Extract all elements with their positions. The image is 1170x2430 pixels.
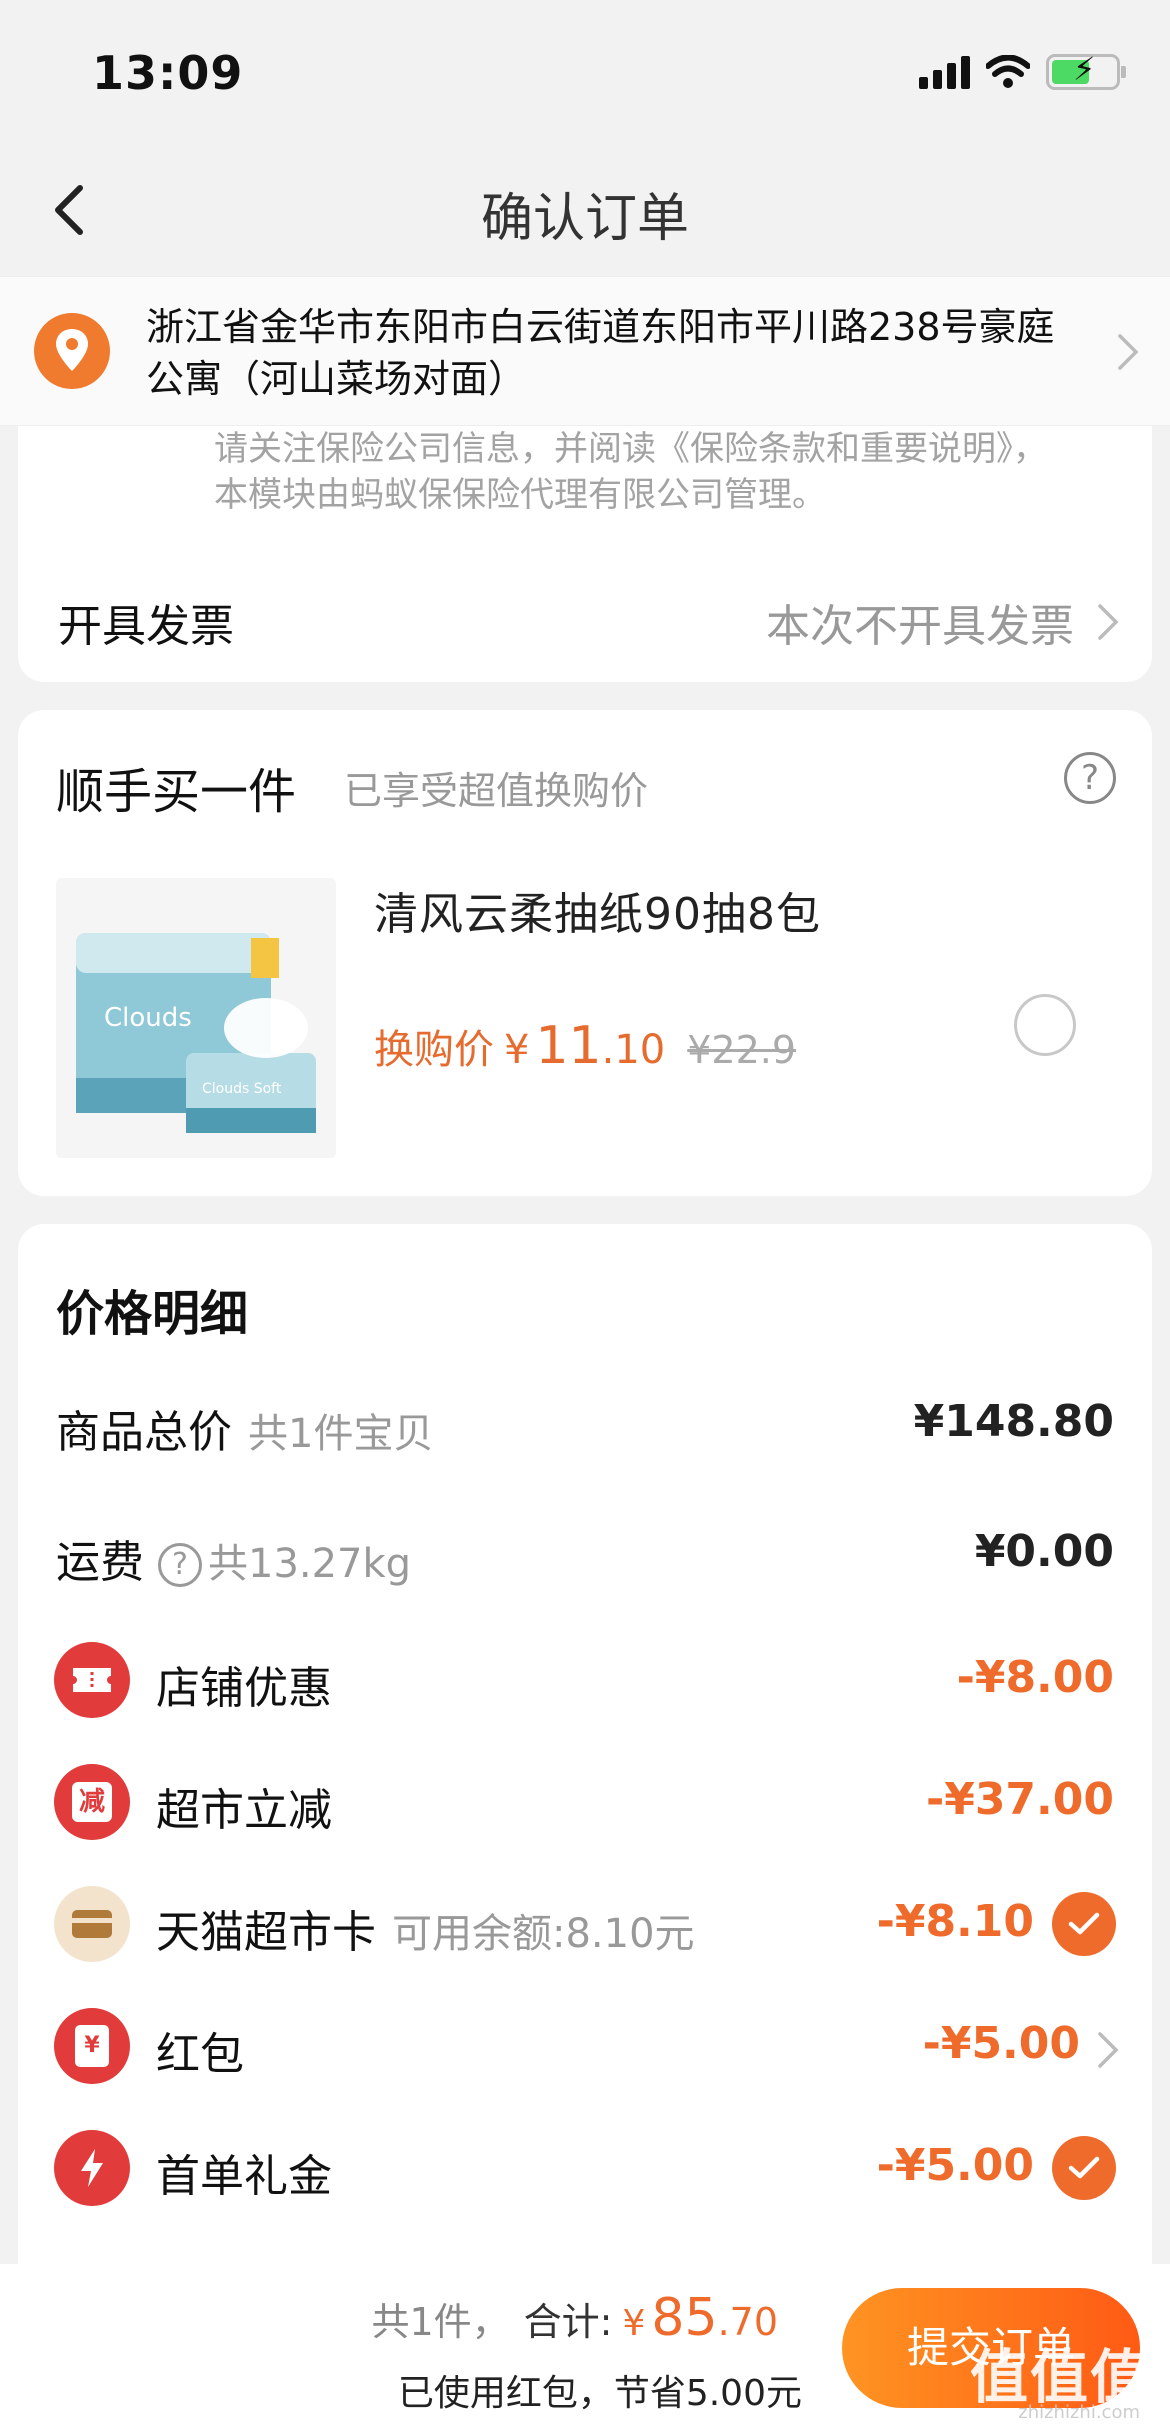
discount-row-red-packet[interactable]: ¥ 红包 -¥5.00	[18, 2008, 1152, 2088]
card-icon	[54, 1886, 130, 1962]
discount-label: 红包	[156, 2029, 244, 2080]
reduce-icon: 减	[54, 1764, 130, 1840]
page-title: 确认订单	[480, 189, 689, 249]
invoice-label: 开具发票	[58, 601, 234, 652]
checkmark-icon[interactable]	[1052, 1892, 1116, 1956]
chevron-right-icon[interactable]	[1096, 602, 1120, 642]
discount-row-first-order[interactable]: 首单礼金 -¥5.00	[18, 2130, 1152, 2210]
help-icon[interactable]: ?	[1064, 752, 1116, 804]
nav-bar: 确认订单	[0, 150, 1170, 270]
order-total: 共1件， 合计: ¥ 85 .70	[371, 2288, 778, 2348]
card-balance: 可用余额:8.10元	[392, 1911, 695, 1957]
price-detail-card: 价格明细 商品总价 共1件宝贝 ¥148.80 运费? 共13.27kg ¥0.00…	[18, 1224, 1152, 2374]
insurance-invoice-card: 请关注保险公司信息，并阅读《保险条款和重要说明》，本模块由蚂蚁保保险代理有限公司…	[18, 400, 1152, 682]
address-text: 浙江省金华市东阳市白云街道东阳市平川路238号豪庭公寓（河山菜场对面）	[146, 305, 1055, 401]
total-integer: 85	[651, 2288, 718, 2348]
item-count: 共1件，	[371, 2300, 510, 2344]
product-name[interactable]: 清风云柔抽纸90抽8包	[374, 878, 821, 942]
deal-currency: ¥	[504, 1027, 530, 1073]
lightning-icon	[54, 2130, 130, 2206]
product-image[interactable]: Clouds Clouds Soft	[56, 878, 336, 1158]
status-time: 13:09	[92, 46, 244, 100]
discount-row-supermarket[interactable]: 减 超市立减 -¥37.00	[18, 1764, 1152, 1844]
addon-select-radio[interactable]	[1014, 994, 1076, 1056]
deal-price: 换购价 ¥ 11 .10 ¥22.9	[374, 1016, 796, 1076]
discount-label: 超市立减	[156, 1785, 332, 1836]
addon-title: 顺手买一件	[56, 764, 297, 820]
total-currency: ¥	[622, 2303, 646, 2344]
wifi-icon	[986, 55, 1030, 88]
discount-amount: -¥5.00	[922, 2018, 1080, 2069]
chevron-right-icon[interactable]	[1116, 332, 1140, 372]
battery-icon: ⚡	[1046, 50, 1126, 90]
discount-label: 店铺优惠	[156, 1663, 332, 1714]
shipping-help-icon[interactable]: ?	[158, 1543, 202, 1587]
address-selector[interactable]: 浙江省金华市东阳市白云街道东阳市平川路238号豪庭公寓（河山菜场对面）	[0, 276, 1170, 426]
discount-amount: -¥5.00	[876, 2140, 1034, 2191]
shipping-amount: ¥0.00	[974, 1526, 1114, 1577]
addon-purchase-card: 顺手买一件 已享受超值换购价 ? Clouds Clouds Soft 清风云柔…	[18, 710, 1152, 1196]
goods-count: 共1件宝贝	[248, 1411, 434, 1457]
svg-text:Clouds: Clouds	[104, 1003, 192, 1033]
discount-amount: -¥37.00	[925, 1774, 1114, 1825]
ticket-icon	[54, 1642, 130, 1718]
discount-amount: -¥8.10	[876, 1896, 1034, 1947]
goods-total-label: 商品总价	[56, 1407, 232, 1458]
shipping-weight: 共13.27kg	[208, 1541, 412, 1587]
discount-row-store[interactable]: 店铺优惠 -¥8.00	[18, 1642, 1152, 1722]
goods-total-amount: ¥148.80	[913, 1396, 1114, 1447]
deal-label: 换购价	[374, 1027, 494, 1073]
total-decimal: .70	[717, 2300, 778, 2344]
tissue-package-image: Clouds Clouds Soft	[56, 878, 336, 1158]
insurance-note: 请关注保险公司信息，并阅读《保险条款和重要说明》，本模块由蚂蚁保保险代理有限公司…	[214, 429, 1047, 515]
price-detail-heading: 价格明细	[56, 1286, 249, 1342]
discount-amount: -¥8.00	[956, 1652, 1114, 1703]
total-label: 合计:	[523, 2300, 613, 2344]
goods-total-row: 商品总价 共1件宝贝 ¥148.80	[18, 1386, 1152, 1466]
deal-price-integer: 11	[535, 1016, 602, 1076]
location-pin-icon	[34, 313, 110, 389]
chevron-right-icon[interactable]	[1096, 2030, 1120, 2070]
shipping-label: 运费	[56, 1537, 144, 1588]
discount-label: 首单礼金	[156, 2151, 332, 2202]
watermark-url: zhizhizhi.com	[1018, 2402, 1140, 2423]
status-icons: ⚡	[919, 50, 1126, 90]
saving-note: 已使用红包，节省5.00元	[397, 2373, 802, 2414]
cellular-signal-icon	[919, 55, 970, 89]
discount-label: 天猫超市卡	[156, 1907, 376, 1958]
invoice-value[interactable]: 本次不开具发票	[766, 590, 1074, 654]
svg-text:Clouds Soft: Clouds Soft	[202, 1081, 282, 1097]
discount-row-tmall-card[interactable]: 天猫超市卡 可用余额:8.10元 -¥8.10	[18, 1886, 1152, 1966]
status-bar: 13:09 ⚡	[0, 0, 1170, 150]
deal-price-decimal: .10	[601, 1027, 666, 1073]
red-packet-icon: ¥	[54, 2008, 130, 2084]
checkmark-icon[interactable]	[1052, 2136, 1116, 2200]
addon-subtitle: 已享受超值换购价	[344, 769, 649, 813]
shipping-row: 运费? 共13.27kg ¥0.00	[18, 1516, 1152, 1596]
original-price: ¥22.9	[687, 1028, 797, 1072]
